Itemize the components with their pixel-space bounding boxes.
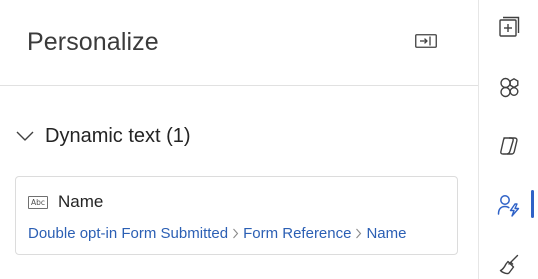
card-title: Name: [58, 192, 104, 211]
add-element-button[interactable]: [496, 14, 522, 40]
chevron-right-icon: [351, 228, 366, 239]
chevron-down-icon: [14, 125, 36, 147]
elements-icon: [500, 77, 519, 98]
panel-title: Personalize: [27, 28, 159, 56]
card-header: Abc Name: [28, 192, 103, 212]
elements-button[interactable]: [496, 74, 522, 100]
personalize-icon: [497, 195, 520, 217]
add-element-icon: [499, 16, 520, 37]
copilot-button[interactable]: [496, 133, 522, 159]
section-title: Dynamic text (1): [45, 124, 191, 147]
breadcrumb-item[interactable]: Double opt-in Form Submitted: [28, 225, 228, 242]
breadcrumb-item[interactable]: Form Reference: [243, 225, 351, 242]
personalize-panel: Personalize Dynamic text (1) Abc Name Do…: [0, 0, 478, 279]
copilot-icon: [500, 137, 518, 155]
breadcrumb-item[interactable]: Name: [366, 225, 406, 242]
collapse-panel-button[interactable]: [412, 30, 440, 52]
dynamic-text-section-toggle[interactable]: Dynamic text (1): [14, 120, 191, 152]
styles-button[interactable]: [496, 251, 522, 277]
tool-rail: [478, 0, 538, 279]
personalize-button[interactable]: [496, 192, 522, 218]
chevron-right-icon: [228, 228, 243, 239]
panel-header: Personalize: [0, 0, 478, 86]
text-field-icon: Abc: [28, 195, 48, 209]
dynamic-text-card[interactable]: Abc Name Double opt-in Form Submitted Fo…: [15, 176, 458, 255]
breadcrumb: Double opt-in Form Submitted Form Refere…: [28, 225, 406, 242]
collapse-panel-icon: [415, 34, 437, 48]
paintbrush-icon: [499, 254, 519, 275]
active-indicator: [531, 190, 534, 218]
